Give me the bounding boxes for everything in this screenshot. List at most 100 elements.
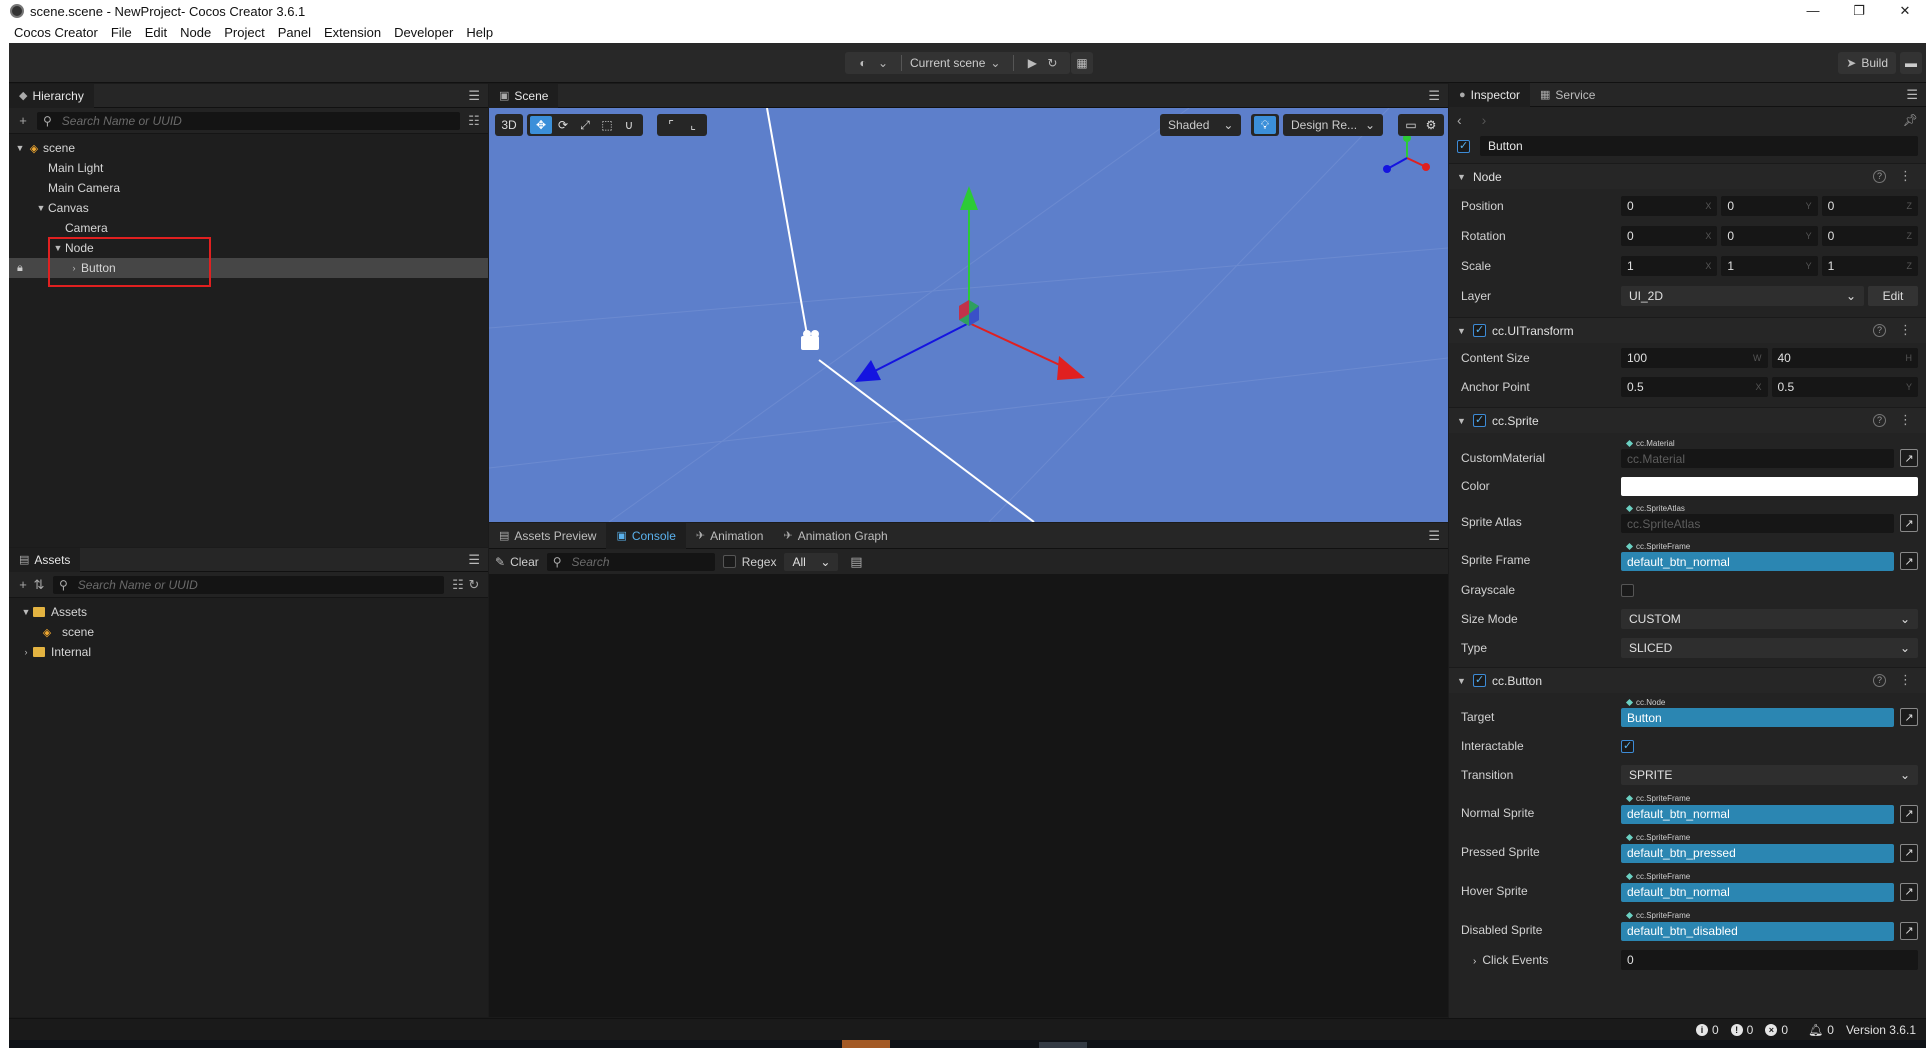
build-button[interactable]: ➤ Build <box>1838 52 1896 74</box>
node-section-header[interactable]: ▼ Node ? ⋮ <box>1449 163 1926 189</box>
lock-icon[interactable]: 🔒︎ <box>17 262 23 275</box>
move-gizmo[interactable] <box>855 186 1085 382</box>
warning-count[interactable]: ! 0 <box>1730 1023 1753 1037</box>
asset-picker-icon[interactable]: ↗ <box>1900 843 1918 862</box>
click-events-toggle[interactable]: › Click Events <box>1461 953 1621 967</box>
disabled-sprite-field[interactable]: cc.SpriteFrame default_btn_disabled ↗ <box>1621 911 1918 941</box>
pressed-sprite-field[interactable]: cc.SpriteFrame default_btn_pressed ↗ <box>1621 833 1918 863</box>
rotation-x-field[interactable]: 0X <box>1621 226 1718 246</box>
local-global-icon[interactable]: ⌞ <box>682 116 704 134</box>
tree-node-canvas[interactable]: ▼ Canvas <box>9 198 488 218</box>
current-scene-label[interactable]: Current scene <box>910 56 985 70</box>
pin-icon[interactable]: 📌︎ <box>1903 113 1918 127</box>
add-icon[interactable]: + <box>15 577 31 592</box>
menu-project[interactable]: Project <box>224 25 264 40</box>
shading-select[interactable]: Shaded ⌄ <box>1160 114 1242 136</box>
position-z-field[interactable]: 0Z <box>1821 196 1918 216</box>
rect-tool-icon[interactable]: ⬚ <box>596 116 618 134</box>
custom-material-field[interactable]: cc.Material cc.Material ↗ <box>1621 438 1918 468</box>
more-options-icon[interactable]: ⋮ <box>1899 412 1912 428</box>
tab-hierarchy[interactable]: ◆ Hierarchy <box>9 84 94 108</box>
hamburger-menu-icon[interactable]: ☰ <box>1428 528 1440 544</box>
close-button[interactable]: ✕ <box>1882 0 1928 22</box>
camera-settings-icon[interactable]: ▭ <box>1401 116 1421 134</box>
sprite-enabled-checkbox[interactable] <box>1473 413 1486 427</box>
asset-value[interactable]: default_btn_normal <box>1621 552 1894 571</box>
tree-item-assets[interactable]: ▼ Assets <box>9 602 488 622</box>
menu-panel[interactable]: Panel <box>278 25 311 40</box>
rotation-y-field[interactable]: 0Y <box>1721 226 1818 246</box>
tab-assets[interactable]: ▤ Assets <box>9 548 81 572</box>
forward-arrow-icon[interactable]: › <box>1482 112 1487 128</box>
taskbar-app-indicator[interactable] <box>842 1040 890 1048</box>
tree-node-camera[interactable]: Camera <box>9 218 488 238</box>
tab-animation[interactable]: ✈ Animation <box>686 523 774 549</box>
layer-select[interactable]: UI_2D ⌄ <box>1621 286 1864 306</box>
menu-edit[interactable]: Edit <box>145 25 167 40</box>
tab-assets-preview[interactable]: ▤ Assets Preview <box>489 523 606 549</box>
scale-x-field[interactable]: 1X <box>1621 256 1718 276</box>
position-x-field[interactable]: 0X <box>1621 196 1718 216</box>
orientation-gizmo[interactable] <box>1383 134 1430 173</box>
asset-picker-icon[interactable]: ↗ <box>1900 882 1918 901</box>
chevron-down-icon[interactable]: ▼ <box>34 203 48 213</box>
move-tool-icon[interactable]: ✥ <box>530 116 552 134</box>
anchor-x-field[interactable]: 0.5 X <box>1621 377 1768 397</box>
asset-picker-icon[interactable]: ↗ <box>1900 449 1918 467</box>
chevron-down-icon[interactable]: ▼ <box>13 143 27 153</box>
help-icon[interactable]: ? <box>1873 170 1886 183</box>
click-events-count-field[interactable]: 0 <box>1621 950 1918 970</box>
content-height-field[interactable]: 40 H <box>1771 348 1918 368</box>
help-icon[interactable]: ? <box>1873 414 1886 427</box>
refresh-icon[interactable]: ↻ <box>1042 53 1062 73</box>
normal-sprite-field[interactable]: cc.SpriteFrame default_btn_normal ↗ <box>1621 794 1918 824</box>
button-enabled-checkbox[interactable] <box>1473 673 1486 687</box>
sprite-type-select[interactable]: SLICED ⌄ <box>1621 638 1918 658</box>
asset-picker-icon[interactable]: ↗ <box>1900 552 1918 570</box>
list-view-icon[interactable]: ☷ <box>466 113 482 129</box>
camera-view-icon[interactable]: ◐ <box>853 53 873 73</box>
node-active-checkbox[interactable] <box>1457 139 1470 153</box>
tab-service[interactable]: ▦ Service <box>1530 83 1605 107</box>
chevron-down-icon[interactable]: ▼ <box>1457 416 1469 426</box>
taskbar-app-indicator[interactable] <box>1039 1042 1087 1048</box>
sprite-header[interactable]: ▼ cc.Sprite ? ⋮ <box>1449 407 1926 433</box>
interactable-checkbox[interactable] <box>1621 739 1634 753</box>
add-icon[interactable]: + <box>15 113 31 128</box>
asset-value[interactable]: cc.SpriteAtlas <box>1621 514 1894 533</box>
chevron-down-icon[interactable]: ▼ <box>1457 326 1469 336</box>
size-mode-select[interactable]: CUSTOM ⌄ <box>1621 609 1918 629</box>
hierarchy-search-input[interactable]: ⚲ Search Name or UUID <box>37 111 460 130</box>
light-toggle[interactable]: 💡︎ <box>1251 114 1279 136</box>
sort-icon[interactable]: ⇅ <box>31 577 47 593</box>
mode-3d-button[interactable]: 3D <box>498 116 520 134</box>
log-level-select[interactable]: All ⌄ <box>784 552 839 571</box>
rotate-tool-icon[interactable]: ⟳ <box>552 116 574 134</box>
qr-preview-button[interactable]: ▦ <box>1071 52 1093 74</box>
position-y-field[interactable]: 0Y <box>1721 196 1818 216</box>
refresh-icon[interactable]: ↻ <box>466 577 482 593</box>
menu-node[interactable]: Node <box>180 25 211 40</box>
tab-animation-graph[interactable]: ✈ Animation Graph <box>773 523 897 549</box>
content-width-field[interactable]: 100 W <box>1621 348 1768 368</box>
camera-gizmo-icon[interactable] <box>801 330 819 350</box>
target-field[interactable]: cc.Node Button ↗ <box>1621 697 1918 727</box>
asset-value[interactable]: cc.Material <box>1621 449 1894 468</box>
sprite-atlas-field[interactable]: cc.SpriteAtlas cc.SpriteAtlas ↗ <box>1621 503 1918 533</box>
info-count[interactable]: i0 <box>1695 1023 1719 1037</box>
scene-selector[interactable]: ◐ ⌄ Current scene ⌄ ▶ ↻ <box>845 52 1071 74</box>
help-icon[interactable]: ? <box>1873 324 1886 337</box>
pivot-icon[interactable]: ⌜ <box>660 116 682 134</box>
gear-icon[interactable]: ⚙ <box>1421 116 1441 134</box>
asset-picker-icon[interactable]: ↗ <box>1900 921 1918 940</box>
asset-picker-icon[interactable]: ↗ <box>1900 708 1918 726</box>
hamburger-menu-icon[interactable]: ☰ <box>468 552 480 568</box>
asset-value[interactable]: Button <box>1621 708 1894 727</box>
node-name-input[interactable]: Button <box>1480 136 1918 156</box>
notification-count[interactable]: 🔔︎ 0 <box>1808 1023 1834 1037</box>
tree-node-main-camera[interactable]: Main Camera <box>9 178 488 198</box>
scale-tool-icon[interactable]: ⤢ <box>574 116 596 134</box>
tab-scene[interactable]: ▣ Scene <box>489 84 559 108</box>
open-folder-button[interactable]: ▬ <box>1900 52 1922 74</box>
sprite-frame-field[interactable]: cc.SpriteFrame default_btn_normal ↗ <box>1621 541 1918 571</box>
